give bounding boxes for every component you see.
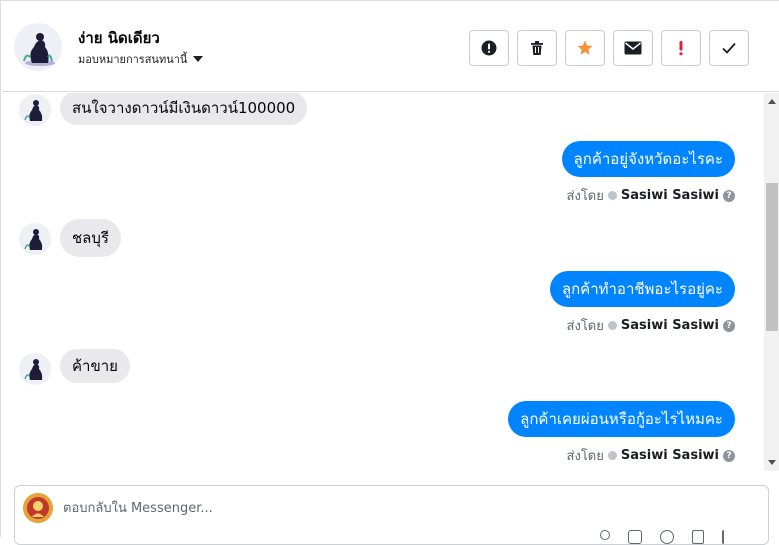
follow-up-button[interactable] — [661, 30, 701, 66]
sender-name: Sasiwi Sasiwi — [620, 188, 719, 203]
reply-input[interactable] — [63, 498, 743, 518]
mark-done-button[interactable] — [709, 30, 749, 66]
sent-by-info: ส่งโดย Sasiwi Sasiwi ? — [567, 445, 735, 466]
message-bubble-outgoing: ลูกค้าเคยผ่อนหรือกู้อะไรไหมคะ — [508, 401, 735, 437]
mark-unread-button[interactable] — [613, 30, 653, 66]
contact-avatar[interactable] — [14, 23, 62, 71]
message-list[interactable]: สนใจวางดาวน์มีเงินดาวน์100000 ลูกค้าอยู่… — [2, 93, 764, 471]
attachment-icon[interactable] — [600, 530, 610, 540]
scroll-up-arrow-icon[interactable] — [768, 99, 776, 104]
message-bubble-incoming: สนใจวางดาวน์มีเงินดาวน์100000 — [60, 93, 308, 125]
conversation-toolbar — [469, 30, 749, 66]
scroll-down-arrow-icon[interactable] — [768, 460, 776, 465]
emoji-icon[interactable] — [660, 530, 674, 544]
assign-label: มอบหมายการสนทนานี้ — [78, 53, 188, 66]
help-icon[interactable]: ? — [723, 189, 735, 202]
composer-actions — [600, 530, 726, 544]
exclamation-circle-icon — [481, 40, 497, 56]
trash-icon — [531, 41, 543, 55]
exclamation-icon — [679, 41, 683, 56]
message-bubble-incoming: ค้าขาย — [60, 349, 130, 383]
star-icon — [577, 40, 593, 55]
message-scrollbar[interactable] — [764, 93, 779, 471]
page-avatar — [23, 493, 53, 523]
help-icon[interactable]: ? — [723, 449, 735, 462]
contact-avatar-small — [19, 94, 51, 126]
reply-composer — [14, 485, 769, 545]
sent-check-icon — [607, 451, 617, 460]
image-icon[interactable] — [628, 530, 642, 544]
scrollbar-thumb[interactable] — [766, 183, 778, 331]
contact-avatar-small — [19, 353, 51, 385]
sent-by-label: ส่งโดย — [566, 189, 604, 204]
delete-button[interactable] — [517, 30, 557, 66]
sent-by-label: ส่งโดย — [566, 449, 604, 464]
sent-check-icon — [607, 191, 617, 200]
mark-spam-button[interactable] — [469, 30, 509, 66]
message-bubble-incoming: ชลบุรี — [60, 219, 121, 257]
conversation-panel: ง่าย นิดเดียว มอบหมายการสนทนานี้ สนใจวาง… — [0, 0, 779, 545]
message-bubble-outgoing: ลูกค้าอยู่จังหวัดอะไรคะ — [561, 141, 735, 177]
message-bubble-outgoing: ลูกค้าทำอาชีพอะไรอยู่คะ — [549, 271, 735, 307]
more-icon[interactable] — [722, 530, 726, 544]
contact-avatar-small — [19, 223, 51, 255]
sender-name: Sasiwi Sasiwi — [620, 318, 719, 333]
gif-icon[interactable] — [692, 530, 704, 544]
envelope-icon — [624, 41, 642, 55]
assign-conversation-dropdown[interactable]: มอบหมายการสนทนานี้ — [78, 50, 204, 68]
help-icon[interactable]: ? — [723, 319, 735, 332]
sent-by-label: ส่งโดย — [566, 319, 604, 334]
sender-name: Sasiwi Sasiwi — [620, 448, 719, 463]
sent-by-info: ส่งโดย Sasiwi Sasiwi ? — [567, 185, 735, 206]
caret-down-icon — [193, 56, 204, 62]
contact-name: ง่าย นิดเดียว — [78, 29, 160, 47]
sent-check-icon — [607, 321, 617, 330]
star-button[interactable] — [565, 30, 605, 66]
sent-by-info: ส่งโดย Sasiwi Sasiwi ? — [567, 315, 735, 336]
checkmark-icon — [722, 42, 736, 54]
conversation-header: ง่าย นิดเดียว มอบหมายการสนทนานี้ — [2, 2, 779, 92]
